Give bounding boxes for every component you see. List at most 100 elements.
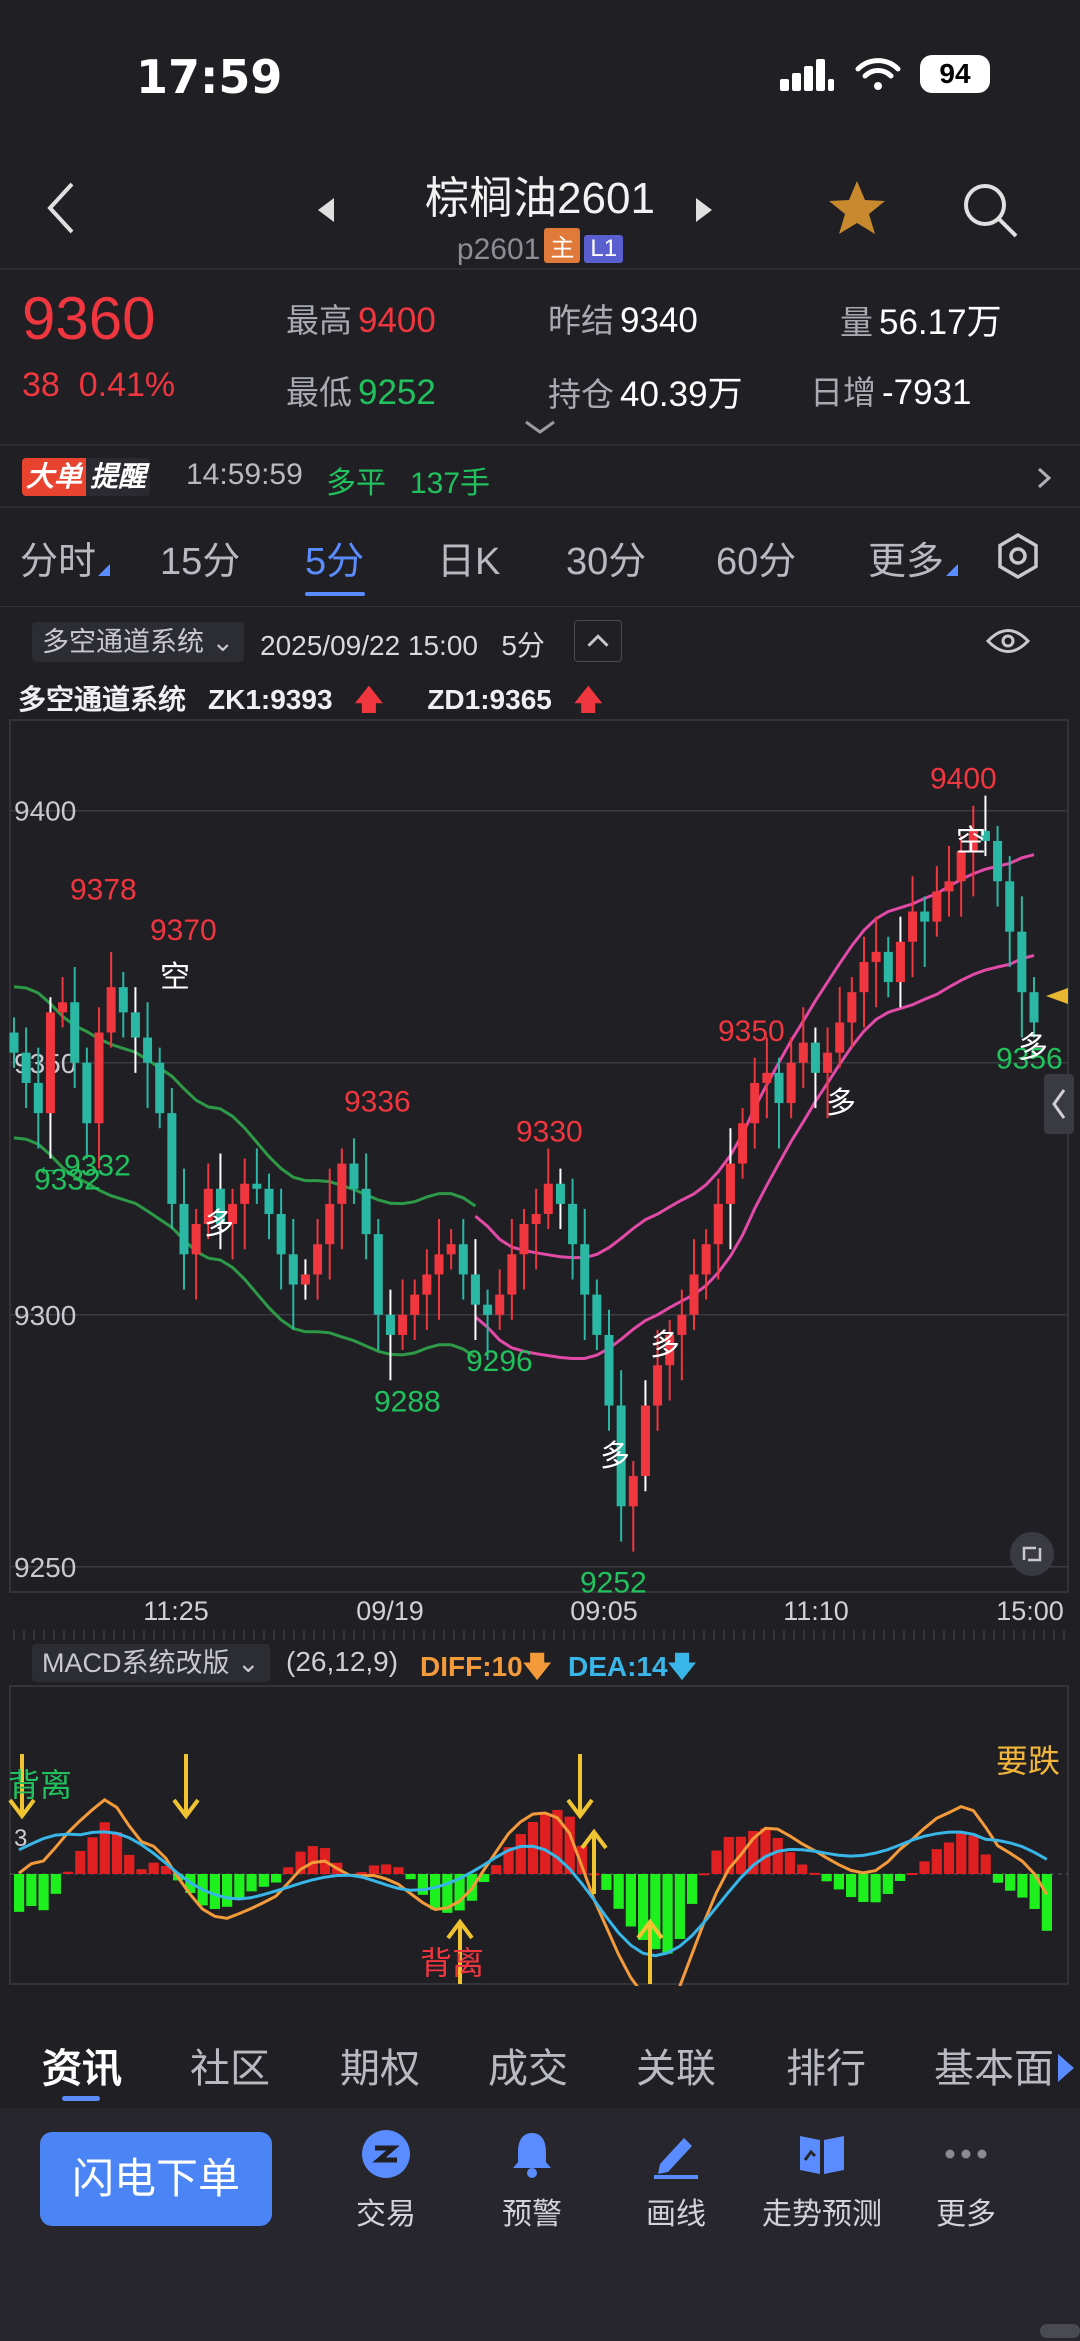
candle-body: [653, 1365, 663, 1406]
draw-line-button[interactable]: 画线: [596, 2128, 756, 2233]
eye-icon[interactable]: [986, 626, 1030, 656]
flash-order-button[interactable]: 闪电下单: [40, 2132, 272, 2226]
macd-bar: [625, 1874, 636, 1927]
alert-button[interactable]: 预警: [452, 2128, 612, 2233]
trend-forecast-button[interactable]: 走势预测: [742, 2128, 902, 2233]
tab-related[interactable]: 关联: [636, 2036, 716, 2094]
macd-bar: [270, 1874, 282, 1883]
signal-label: 空: [956, 824, 986, 859]
tab-ranking[interactable]: 排行: [786, 2036, 866, 2094]
tab-more[interactable]: 更多: [868, 530, 959, 585]
macd-bar: [368, 1865, 380, 1874]
candle-body: [434, 1254, 444, 1275]
macd-bar: [393, 1867, 404, 1874]
high-value: 9400: [358, 301, 436, 340]
tab-trades[interactable]: 成交: [488, 2036, 568, 2094]
more-dots-icon: [945, 2149, 987, 2159]
candle-body: [993, 840, 1003, 882]
candle-body: [155, 1062, 165, 1114]
candle-body: [167, 1113, 177, 1204]
tab-15min[interactable]: 15分: [160, 530, 240, 585]
favorite-star-icon[interactable]: [826, 178, 888, 238]
candle-body: [871, 951, 881, 962]
open-interest-stat: 持仓 40.39万: [548, 366, 743, 417]
tabs-scroll-right-icon[interactable]: [1058, 2054, 1074, 2082]
trade-button[interactable]: 交易: [306, 2128, 466, 2233]
macd-bar: [858, 1874, 869, 1902]
macd-bar: [809, 1872, 820, 1875]
more-button[interactable]: 更多: [886, 2128, 1046, 2233]
macd-bar: [1005, 1874, 1016, 1891]
candle-body: [45, 1012, 55, 1114]
open-interest-value: 40.39万: [620, 375, 743, 414]
level-tag: L1: [584, 235, 624, 263]
dropdown-triangle-icon: [946, 564, 959, 576]
search-icon[interactable]: [960, 180, 1020, 240]
macd-bar: [931, 1849, 942, 1874]
trade-icon: [362, 2130, 410, 2178]
tab-60min[interactable]: 60分: [716, 530, 796, 585]
macd-bar: [833, 1874, 844, 1890]
fullscreen-button[interactable]: [1010, 1532, 1054, 1576]
candle-body: [349, 1163, 359, 1189]
macd-bar: [919, 1861, 930, 1874]
volume-value: 56.17万: [879, 303, 1002, 342]
macd-bar: [14, 1874, 25, 1912]
candle-body: [58, 1002, 68, 1013]
candle-body: [908, 911, 918, 942]
next-contract-arrow[interactable]: [696, 198, 712, 222]
wifi-icon: [855, 58, 901, 90]
tab-fundamentals[interactable]: 基本面: [934, 2036, 1054, 2094]
tab-daily[interactable]: 日K: [437, 530, 500, 585]
alert-badge-a: 大单: [22, 458, 87, 496]
candle-body: [300, 1274, 310, 1285]
tab-5min[interactable]: 5分: [305, 530, 364, 585]
macd-bar: [613, 1874, 624, 1909]
info-tabs: 资讯 社区 期权 成交 关联 排行 基本面: [0, 2008, 1080, 2108]
price-change: 38 0.41%: [22, 366, 175, 405]
tab-news[interactable]: 资讯: [42, 2036, 122, 2094]
signal-label: 多: [600, 1439, 630, 1474]
contract-title: 棕榈油2601: [425, 174, 655, 223]
chevron-down-icon: ⌄: [211, 627, 235, 657]
candle-body: [325, 1203, 335, 1245]
side-panel-handle[interactable]: [1044, 1074, 1074, 1134]
low-label: 最低: [286, 374, 352, 411]
macd-select[interactable]: MACD系统改版 ⌄: [32, 1644, 270, 1682]
chevron-right-icon[interactable]: [1036, 466, 1052, 490]
macd-bar: [797, 1864, 808, 1874]
candle-body: [118, 987, 128, 1013]
candle-body: [495, 1294, 505, 1315]
candlestick-chart[interactable]: 9400935093009250 93789370933693309350940…: [0, 712, 1080, 1642]
macd-bar: [50, 1874, 61, 1894]
macd-bar: [907, 1872, 918, 1875]
macd-bar: [99, 1822, 110, 1874]
signal-label: 多: [204, 1207, 234, 1242]
tab-community[interactable]: 社区: [190, 2036, 270, 2094]
collapse-button[interactable]: [574, 620, 622, 662]
expand-chevron-icon[interactable]: [522, 418, 558, 436]
indicator-select[interactable]: 多空通道系统 ⌄: [32, 622, 245, 662]
macd-bar: [258, 1874, 269, 1887]
candle-body: [9, 1032, 19, 1053]
settings-icon[interactable]: [994, 532, 1042, 580]
prev-settle-stat: 昨结 9340: [548, 294, 698, 342]
macd-label-divergence-2: 背离: [420, 1945, 484, 1981]
candle-body: [179, 1203, 189, 1255]
tab-options[interactable]: 期权: [340, 2036, 420, 2094]
alert-volume: 137手: [410, 467, 491, 500]
price-label: 9350: [718, 1015, 785, 1048]
big-order-alert[interactable]: 大单 提醒 14:59:59 多平 137手: [0, 448, 1080, 504]
candle-body: [543, 1183, 553, 1214]
daily-change-stat: 日增 -7931: [810, 366, 972, 414]
tab-timeshare[interactable]: 分时: [20, 530, 111, 585]
arrow-up-icon: 🡅: [573, 684, 603, 715]
high-label: 最高: [286, 302, 352, 339]
macd-chart[interactable]: 背离 3 背离 要跌: [0, 1684, 1080, 1986]
tabs-divider: [0, 606, 1080, 607]
candle-body: [1017, 931, 1027, 993]
candle-body: [738, 1123, 748, 1164]
candle-body: [725, 1163, 735, 1204]
signal-label: 多: [1018, 1031, 1048, 1066]
tab-30min[interactable]: 30分: [566, 530, 646, 585]
